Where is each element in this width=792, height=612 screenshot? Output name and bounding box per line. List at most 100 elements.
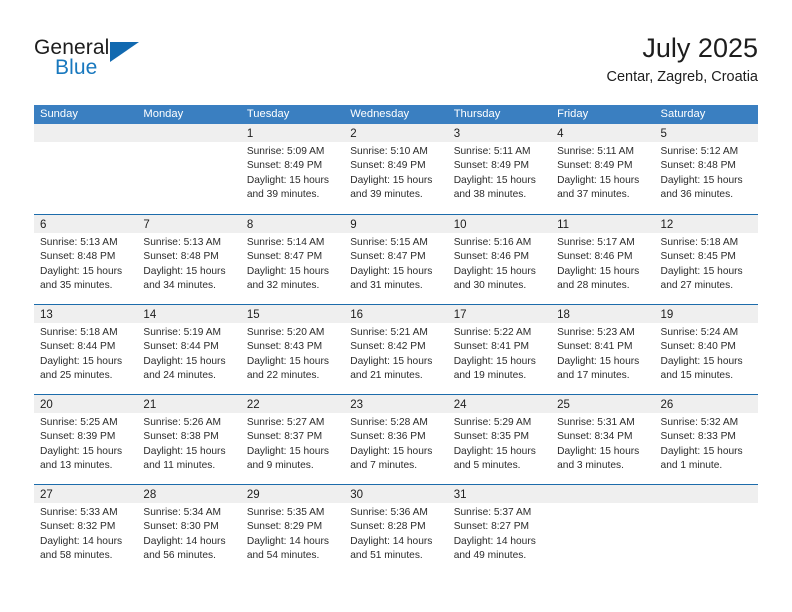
day-cell-empty (654, 485, 758, 574)
calendar-week-row: 27 Sunrise: 5:33 AM Sunset: 8:32 PM Dayligh… (34, 484, 758, 574)
day-number: 28 (143, 489, 157, 501)
day-detail-line: Daylight: 15 hours (660, 174, 743, 186)
day-number-band: 19 (654, 305, 758, 323)
day-cell[interactable]: 11 Sunrise: 5:17 AM Sunset: 8:46 PM Dayligh… (551, 215, 655, 304)
day-cell[interactable]: 4 Sunrise: 5:11 AM Sunset: 8:49 PM Daylight… (551, 124, 655, 214)
day-detail-line: Sunrise: 5:09 AM (246, 146, 325, 157)
day-detail-line: Sunset: 8:44 PM (143, 341, 219, 353)
day-details: Sunrise: 5:33 AM Sunset: 8:32 PM Daylight:… (34, 503, 137, 563)
day-detail-line: Sunrise: 5:14 AM (246, 237, 325, 248)
day-cell[interactable]: 9 Sunrise: 5:15 AM Sunset: 8:47 PM Daylight… (344, 215, 448, 304)
day-detail-line: Sunrise: 5:17 AM (557, 237, 635, 248)
day-details: Sunrise: 5:36 AM Sunset: 8:28 PM Daylight:… (344, 503, 447, 563)
day-cell[interactable]: 20 Sunrise: 5:25 AM Sunset: 8:39 PM Dayligh… (34, 395, 138, 484)
day-detail-line: and 13 minutes. (40, 459, 113, 471)
day-number: 19 (660, 309, 674, 321)
day-detail-line: Sunset: 8:48 PM (40, 251, 116, 263)
day-number: 20 (40, 399, 53, 411)
day-detail-line: Sunrise: 5:15 AM (350, 237, 428, 248)
day-detail-line: Sunrise: 5:24 AM (660, 327, 739, 338)
day-cell[interactable]: 5 Sunrise: 5:12 AM Sunset: 8:48 PM Daylight… (654, 124, 758, 214)
day-details: Sunrise: 5:34 AM Sunset: 8:30 PM Daylight:… (137, 503, 240, 563)
day-detail-line: Sunset: 8:48 PM (143, 251, 219, 263)
calendar-grid: Sunday Monday Tuesday Wednesday Thursday Frid… (34, 105, 758, 574)
day-cell[interactable]: 3 Sunrise: 5:11 AM Sunset: 8:49 PM Daylight… (447, 124, 552, 214)
day-cell[interactable]: 18 Sunrise: 5:23 AM Sunset: 8:41 PM Dayligh… (551, 305, 655, 394)
day-cell[interactable]: 10 Sunrise: 5:16 AM Sunset: 8:46 PM Dayligh… (447, 215, 552, 304)
day-detail-line: and 15 minutes. (660, 369, 734, 381)
day-details: Sunrise: 5:18 AM Sunset: 8:44 PM Daylight:… (34, 323, 137, 383)
day-number: 2 (350, 128, 357, 140)
day-cell[interactable]: 31 Sunrise: 5:37 AM Sunset: 8:27 PM Dayligh… (447, 485, 552, 574)
day-detail-line: Sunrise: 5:25 AM (40, 417, 118, 428)
day-detail-line: Daylight: 14 hours (246, 535, 329, 547)
day-cell[interactable]: 14 Sunrise: 5:19 AM Sunset: 8:44 PM Dayligh… (137, 305, 241, 394)
day-number: 17 (453, 309, 467, 321)
day-detail-line: Daylight: 15 hours (40, 265, 123, 277)
day-cell[interactable]: 21 Sunrise: 5:26 AM Sunset: 8:38 PM Dayligh… (137, 395, 241, 484)
day-cell[interactable]: 28 Sunrise: 5:34 AM Sunset: 8:30 PM Dayligh… (137, 485, 241, 574)
day-number-band: 28 (137, 485, 241, 503)
day-number: 21 (143, 399, 157, 411)
day-number: 29 (246, 489, 260, 501)
day-cell-empty (137, 124, 241, 214)
day-cell[interactable]: 8 Sunrise: 5:14 AM Sunset: 8:47 PM Daylight… (240, 215, 345, 304)
day-details: Sunrise: 5:26 AM Sunset: 8:38 PM Daylight:… (137, 413, 240, 473)
day-details: Sunrise: 5:35 AM Sunset: 8:29 PM Daylight:… (241, 503, 344, 563)
day-detail-line: Sunset: 8:37 PM (246, 431, 323, 443)
day-detail-line: Sunset: 8:42 PM (350, 341, 426, 353)
day-cell[interactable]: 19 Sunrise: 5:24 AM Sunset: 8:40 PM Dayligh… (654, 305, 758, 394)
day-detail-line: Daylight: 15 hours (350, 355, 433, 367)
day-cell[interactable]: 24 Sunrise: 5:29 AM Sunset: 8:35 PM Dayligh… (447, 395, 552, 484)
day-cell[interactable]: 25 Sunrise: 5:31 AM Sunset: 8:34 PM Dayligh… (551, 395, 655, 484)
day-detail-line: Daylight: 15 hours (246, 174, 329, 186)
day-detail-line: Sunrise: 5:32 AM (660, 417, 739, 428)
day-number-band: 12 (654, 215, 758, 233)
day-detail-line: and 35 minutes. (40, 279, 113, 291)
day-cell[interactable]: 6 Sunrise: 5:13 AM Sunset: 8:48 PM Daylight… (34, 215, 138, 304)
day-number-band: 24 (447, 395, 552, 413)
day-detail-line: Sunrise: 5:13 AM (143, 237, 222, 248)
day-detail-line: Sunrise: 5:19 AM (143, 327, 222, 338)
day-cell[interactable]: 16 Sunrise: 5:21 AM Sunset: 8:42 PM Dayligh… (344, 305, 448, 394)
day-detail-line: Daylight: 15 hours (557, 265, 640, 277)
day-number-band: 25 (551, 395, 655, 413)
day-detail-line: Daylight: 15 hours (350, 445, 433, 457)
day-details: Sunrise: 5:25 AM Sunset: 8:39 PM Daylight:… (34, 413, 137, 473)
day-cell[interactable]: 30 Sunrise: 5:36 AM Sunset: 8:28 PM Dayligh… (344, 485, 448, 574)
weekday-header-saturday: Saturday (660, 108, 706, 120)
day-number: 22 (246, 399, 260, 411)
calendar-weeks: 1 Sunrise: 5:09 AM Sunset: 8:49 PM Daylight… (34, 124, 758, 574)
day-details: Sunrise: 5:16 AM Sunset: 8:46 PM Daylight:… (448, 233, 551, 293)
day-detail-line: Sunset: 8:43 PM (246, 341, 323, 353)
day-number: 18 (557, 309, 570, 321)
day-cell[interactable]: 17 Sunrise: 5:22 AM Sunset: 8:41 PM Dayligh… (447, 305, 552, 394)
day-cell[interactable]: 22 Sunrise: 5:27 AM Sunset: 8:37 PM Dayligh… (240, 395, 345, 484)
day-detail-line: and 36 minutes. (660, 188, 734, 200)
day-detail-line: Sunset: 8:46 PM (557, 251, 633, 263)
day-details: Sunrise: 5:14 AM Sunset: 8:47 PM Daylight:… (241, 233, 344, 293)
day-detail-line: Sunset: 8:49 PM (557, 160, 633, 172)
day-cell[interactable]: 2 Sunrise: 5:10 AM Sunset: 8:49 PM Daylight… (344, 124, 448, 214)
brand-logo[interactable]: General Blue (34, 36, 234, 86)
day-cell[interactable]: 29 Sunrise: 5:35 AM Sunset: 8:29 PM Dayligh… (240, 485, 345, 574)
day-detail-line: Daylight: 15 hours (350, 265, 433, 277)
day-details: Sunrise: 5:23 AM Sunset: 8:41 PM Daylight:… (551, 323, 654, 383)
day-detail-line: and 9 minutes. (246, 459, 314, 471)
day-cell[interactable]: 23 Sunrise: 5:28 AM Sunset: 8:36 PM Dayligh… (344, 395, 448, 484)
day-details: Sunrise: 5:37 AM Sunset: 8:27 PM Daylight:… (448, 503, 551, 563)
day-details: Sunrise: 5:27 AM Sunset: 8:37 PM Daylight:… (241, 413, 344, 473)
day-cell[interactable]: 26 Sunrise: 5:32 AM Sunset: 8:33 PM Dayligh… (654, 395, 758, 484)
day-detail-line: Sunset: 8:41 PM (453, 341, 530, 353)
day-detail-line: and 30 minutes. (453, 279, 527, 291)
day-cell[interactable]: 13 Sunrise: 5:18 AM Sunset: 8:44 PM Dayligh… (34, 305, 138, 394)
day-cell[interactable]: 27 Sunrise: 5:33 AM Sunset: 8:32 PM Dayligh… (34, 485, 138, 574)
day-number: 25 (557, 399, 570, 411)
day-detail-line: and 1 minute. (660, 459, 723, 471)
day-detail-line: and 28 minutes. (557, 279, 630, 291)
day-cell[interactable]: 1 Sunrise: 5:09 AM Sunset: 8:49 PM Daylight… (240, 124, 345, 214)
day-cell[interactable]: 7 Sunrise: 5:13 AM Sunset: 8:48 PM Daylight… (137, 215, 241, 304)
day-number: 16 (350, 309, 364, 321)
day-cell[interactable]: 15 Sunrise: 5:20 AM Sunset: 8:43 PM Dayligh… (240, 305, 345, 394)
day-cell[interactable]: 12 Sunrise: 5:18 AM Sunset: 8:45 PM Dayligh… (654, 215, 758, 304)
